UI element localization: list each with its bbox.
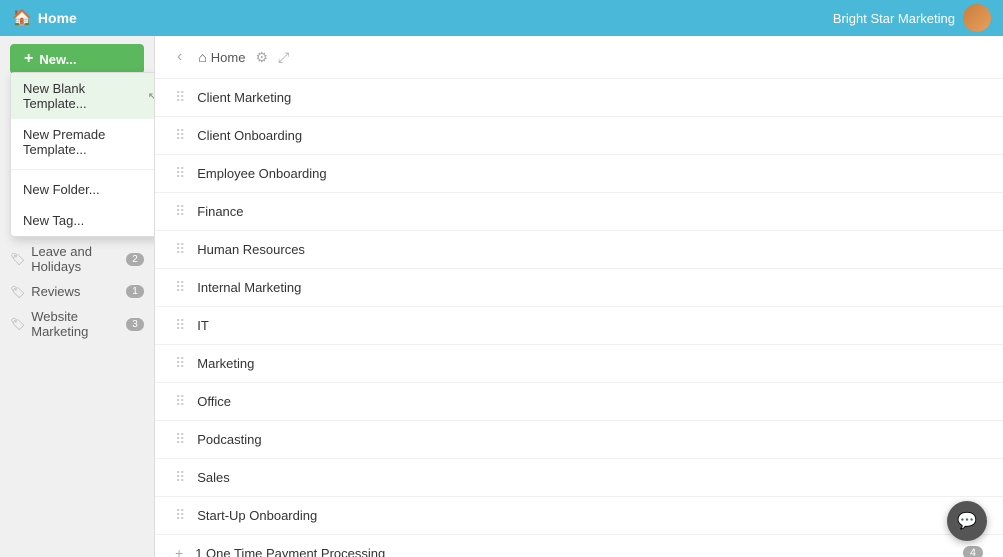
list-item-office[interactable]: ⠿ Office bbox=[155, 383, 1003, 421]
tag-icon: 🏷 bbox=[10, 252, 25, 266]
sidebar: + New... New Blank Template... ↖ New Pre… bbox=[0, 36, 155, 557]
list-item-name: Human Resources bbox=[197, 242, 983, 257]
dropdown-item-new-premade-template[interactable]: New Premade Template... bbox=[11, 119, 155, 165]
dropdown-item-new-tag[interactable]: New Tag... bbox=[11, 205, 155, 236]
list-item-marketing[interactable]: ⠿ Marketing bbox=[155, 345, 1003, 383]
list-item-name: IT bbox=[197, 318, 983, 333]
list-item-client-marketing[interactable]: ⠿ Client Marketing bbox=[155, 79, 1003, 117]
topbar-org-name: Bright Star Marketing bbox=[833, 11, 955, 26]
drag-handle-icon: ⠿ bbox=[175, 355, 185, 372]
new-button-label: New... bbox=[39, 52, 76, 67]
drag-handle-icon: ⠿ bbox=[175, 165, 185, 182]
list-item-human-resources[interactable]: ⠿ Human Resources bbox=[155, 231, 1003, 269]
breadcrumb-home-label: Home bbox=[211, 50, 246, 65]
topbar-home[interactable]: 🏠 Home bbox=[12, 8, 77, 28]
avatar[interactable] bbox=[963, 4, 991, 32]
tag-icon: 🏷 bbox=[10, 317, 25, 331]
list-item-sales[interactable]: ⠿ Sales bbox=[155, 459, 1003, 497]
payment-processing-badge: 4 bbox=[963, 546, 983, 557]
list-item-name: 1 One Time Payment Processing bbox=[195, 546, 955, 557]
tag-icon: 🏷 bbox=[10, 285, 25, 299]
new-dropdown: New Blank Template... ↖ New Premade Temp… bbox=[10, 72, 155, 237]
expand-icon[interactable]: ⤢ bbox=[278, 49, 289, 66]
avatar-image bbox=[963, 4, 991, 32]
dropdown-item-label: New Folder... bbox=[23, 182, 100, 197]
dropdown-item-label: New Blank Template... bbox=[23, 81, 142, 111]
sidebar-tag-label: Reviews bbox=[31, 284, 80, 299]
breadcrumb[interactable]: ⌂ Home bbox=[198, 49, 245, 65]
dropdown-item-new-folder[interactable]: New Folder... bbox=[11, 174, 155, 205]
drag-handle-icon: ⠿ bbox=[175, 431, 185, 448]
home-breadcrumb-icon: ⌂ bbox=[198, 49, 206, 65]
list-item-internal-marketing[interactable]: ⠿ Internal Marketing bbox=[155, 269, 1003, 307]
list-item-name: Podcasting bbox=[197, 432, 983, 447]
list-item-finance[interactable]: ⠿ Finance bbox=[155, 193, 1003, 231]
sidebar-tag-badge: 2 bbox=[126, 253, 144, 266]
list-item-name: Employee Onboarding bbox=[197, 166, 983, 181]
plus-expand-icon[interactable]: + bbox=[175, 545, 183, 557]
topbar-home-label: Home bbox=[38, 10, 77, 26]
plus-icon: + bbox=[24, 51, 33, 67]
list-item-name: Marketing bbox=[197, 356, 983, 371]
drag-handle-icon: ⠿ bbox=[175, 279, 185, 296]
sidebar-tag-badge: 3 bbox=[126, 318, 144, 331]
back-arrow[interactable]: ‹ bbox=[171, 46, 188, 68]
topbar-right: Bright Star Marketing bbox=[833, 4, 991, 32]
drag-handle-icon: ⠿ bbox=[175, 127, 185, 144]
drag-handle-icon: ⠿ bbox=[175, 89, 185, 106]
sidebar-item-website-marketing[interactable]: 🏷 Website Marketing 3 bbox=[0, 304, 154, 344]
sidebar-tag-label: Leave and Holidays bbox=[31, 244, 126, 274]
dropdown-item-label: New Premade Template... bbox=[23, 127, 155, 157]
topbar: 🏠 Home Bright Star Marketing bbox=[0, 0, 1003, 36]
new-button[interactable]: + New... bbox=[10, 44, 144, 74]
sidebar-item-leave-holidays[interactable]: 🏷 Leave and Holidays 2 bbox=[0, 239, 154, 279]
list-item-it[interactable]: ⠿ IT bbox=[155, 307, 1003, 345]
home-icon-top: 🏠 bbox=[12, 8, 32, 28]
list-item-name: Office bbox=[197, 394, 983, 409]
main-content: ‹ ⌂ Home ⚙ ⤢ ⠿ Client Marketing ⠿ Client… bbox=[155, 36, 1003, 557]
cursor-indicator: ↖ bbox=[148, 90, 155, 103]
chat-icon: 💬 bbox=[957, 511, 977, 531]
sidebar-tag-badge: 1 bbox=[126, 285, 144, 298]
drag-handle-icon: ⠿ bbox=[175, 241, 185, 258]
dropdown-divider bbox=[11, 169, 155, 170]
content-header: ‹ ⌂ Home ⚙ ⤢ bbox=[155, 36, 1003, 79]
drag-handle-icon: ⠿ bbox=[175, 203, 185, 220]
chat-bubble[interactable]: 💬 bbox=[947, 501, 987, 541]
list-item-name: Client Marketing bbox=[197, 90, 983, 105]
dropdown-item-new-blank-template[interactable]: New Blank Template... ↖ bbox=[11, 73, 155, 119]
list-item-name: Start-Up Onboarding bbox=[197, 508, 983, 523]
list-item-employee-onboarding[interactable]: ⠿ Employee Onboarding bbox=[155, 155, 1003, 193]
sidebar-tag-label: Website Marketing bbox=[31, 309, 126, 339]
list-item-payment-processing[interactable]: + 1 One Time Payment Processing 4 bbox=[155, 535, 1003, 557]
list-item-name: Client Onboarding bbox=[197, 128, 983, 143]
sidebar-item-reviews[interactable]: 🏷 Reviews 1 bbox=[0, 279, 154, 304]
list-area: ⠿ Client Marketing ⠿ Client Onboarding ⠿… bbox=[155, 79, 1003, 557]
drag-handle-icon: ⠿ bbox=[175, 507, 185, 524]
list-item-name: Internal Marketing bbox=[197, 280, 983, 295]
drag-handle-icon: ⠿ bbox=[175, 317, 185, 334]
list-item-name: Sales bbox=[197, 470, 983, 485]
dropdown-item-label: New Tag... bbox=[23, 213, 84, 228]
list-item-podcasting[interactable]: ⠿ Podcasting bbox=[155, 421, 1003, 459]
list-item-client-onboarding[interactable]: ⠿ Client Onboarding bbox=[155, 117, 1003, 155]
settings-icon[interactable]: ⚙ bbox=[255, 49, 268, 66]
drag-handle-icon: ⠿ bbox=[175, 393, 185, 410]
list-item-name: Finance bbox=[197, 204, 983, 219]
list-item-startup-onboarding[interactable]: ⠿ Start-Up Onboarding bbox=[155, 497, 1003, 535]
drag-handle-icon: ⠿ bbox=[175, 469, 185, 486]
